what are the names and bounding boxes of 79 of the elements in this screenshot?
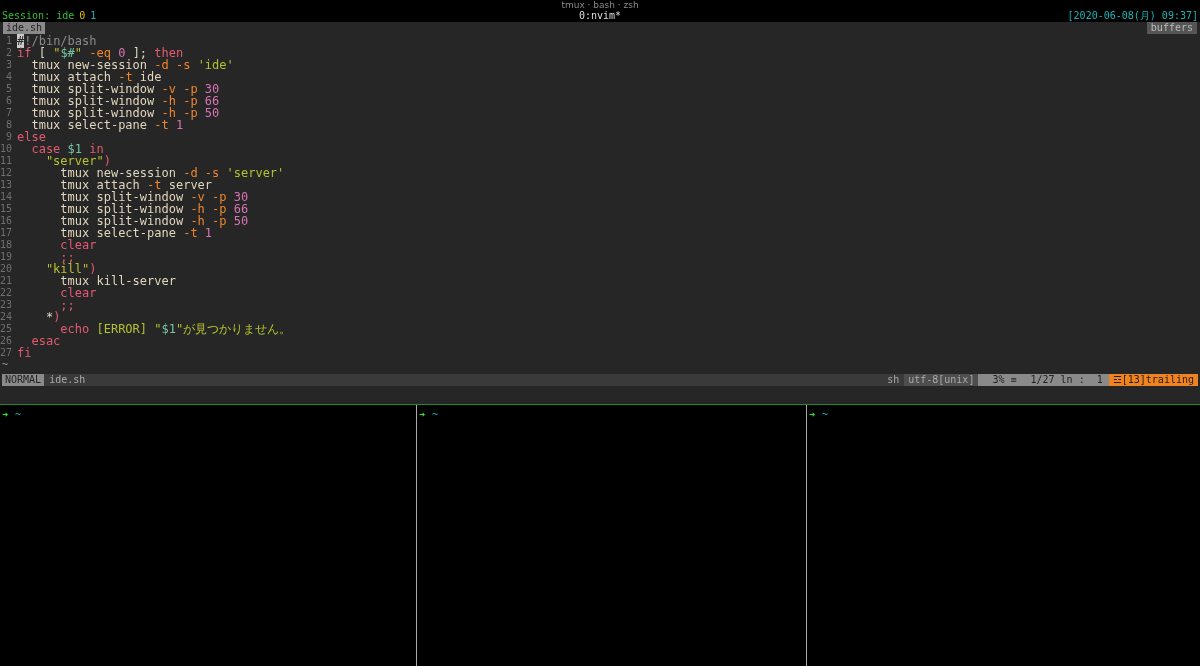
window-index[interactable]: 1 (90, 10, 97, 22)
code-line: tmux split-window -v -p 30 (59, 191, 249, 203)
code-line: clear (59, 287, 97, 299)
scroll-percent: 3% ≡ (978, 374, 1025, 386)
line-number: 23 (0, 299, 12, 311)
current-directory: ~ (15, 409, 22, 421)
current-directory: ~ (822, 409, 829, 421)
line-number: 14 (0, 191, 12, 203)
code-line: tmux new-session -d -s 'ide' (30, 59, 234, 71)
code-line: ;; (60, 251, 75, 263)
code-line: tmux split-window -h -p 50 (30, 107, 220, 119)
code-line: tmux new-session -d -s 'server' (59, 167, 285, 179)
window-index[interactable]: 0 (79, 10, 86, 22)
clock: [2020-06-08(月) 09:37] (1067, 10, 1198, 22)
line-number: 21 (0, 275, 12, 287)
line-number: 27 (0, 347, 12, 359)
code-line: case $1 in (30, 143, 104, 155)
line-number: 8 (4, 119, 12, 131)
code-line: tmux attach -t server (59, 179, 213, 191)
code-line: #!/bin/bash (17, 35, 97, 47)
window-title: tmux · bash · zsh (561, 0, 639, 10)
line-number: 3 (4, 59, 12, 71)
code-line: tmux select-pane -t 1 (59, 227, 213, 239)
line-number: 9 (4, 131, 12, 143)
code-line: clear (59, 239, 97, 251)
line-number: 6 (4, 95, 12, 107)
line-number: 11 (0, 155, 12, 167)
trailing-warning: ☲[13]trailing (1108, 374, 1198, 386)
terminal-pane[interactable]: ➜ ~ (416, 405, 806, 666)
session-name: Session: ide (2, 10, 75, 22)
line-number: 2 (4, 47, 12, 59)
code-line: "server") (44, 155, 111, 167)
file-encoding: utf-8[unix] (904, 374, 979, 386)
line-number: 13 (0, 179, 12, 191)
code-line: *) (44, 311, 61, 323)
terminal-pane[interactable]: ➜ ~ (0, 405, 416, 666)
prompt-arrow: ➜ (419, 409, 426, 421)
line-number: 20 (0, 263, 12, 275)
code-line: tmux split-window -v -p 30 (30, 83, 220, 95)
line-number: 16 (0, 215, 12, 227)
line-number: 10 (0, 143, 12, 155)
code-line: ;; (59, 299, 75, 311)
line-number: 4 (4, 71, 12, 83)
cursor-position: 1/27 ln : 1 (1024, 374, 1109, 386)
window-name[interactable]: 0:nvim* (578, 10, 622, 22)
code-line: echo [ERROR] "$1"が見つかりません。 (59, 323, 292, 335)
current-directory: ~ (432, 409, 439, 421)
code-line: esac (31, 335, 61, 347)
prompt-arrow: ➜ (2, 409, 9, 421)
line-number: 7 (4, 107, 12, 119)
code-line: tmux split-window -h -p 66 (59, 203, 249, 215)
buffers-label: buffers (1146, 22, 1197, 34)
line-number: 26 (0, 335, 12, 347)
code-line: tmux select-pane -t 1 (31, 119, 184, 131)
code-line: tmux kill-server (59, 275, 176, 287)
empty-line-marker: ~ (1, 359, 9, 371)
buffer-tab[interactable]: ide.sh (3, 22, 46, 34)
code-line: "kill") (44, 263, 97, 275)
prompt-arrow: ➜ (809, 409, 816, 421)
code-line: fi (17, 347, 32, 359)
code-line: tmux split-window -h -p 50 (59, 215, 249, 227)
line-number: 5 (4, 83, 12, 95)
code-line: tmux attach -t ide (30, 71, 162, 83)
code-line: tmux split-window -h -p 66 (30, 95, 220, 107)
line-number: 25 (0, 323, 12, 335)
mode-indicator: NORMAL (2, 374, 45, 386)
line-number: 24 (0, 311, 12, 323)
line-number: 19 (0, 251, 12, 263)
line-number: 17 (0, 227, 12, 239)
code-line: if [ "$#" -eq 0 ]; then (17, 47, 184, 59)
file-type: sh (886, 374, 901, 386)
line-number: 1 (4, 35, 12, 47)
file-name: ide.sh (48, 374, 87, 386)
line-number: 22 (0, 287, 12, 299)
code-line: else (17, 131, 46, 143)
line-number: 12 (0, 167, 12, 179)
line-number: 18 (0, 239, 12, 251)
terminal-pane[interactable]: ➜ ~ (806, 405, 1200, 666)
line-number: 15 (0, 203, 12, 215)
